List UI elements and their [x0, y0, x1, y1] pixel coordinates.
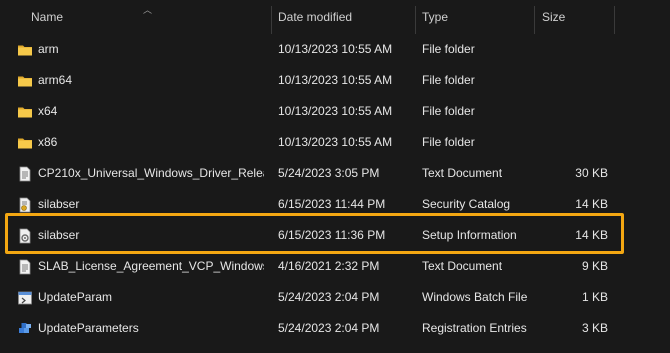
column-header-date-modified[interactable]: Date modified — [278, 0, 408, 34]
file-size — [540, 127, 608, 158]
file-row[interactable]: x64 10/13/2023 10:55 AM File folder — [0, 96, 670, 127]
file-date-modified: 10/13/2023 10:55 AM — [278, 42, 393, 56]
file-type: Text Document — [422, 166, 503, 180]
file-size — [540, 65, 608, 96]
file-size — [540, 96, 608, 127]
column-divider[interactable] — [614, 6, 615, 34]
text-document-icon — [17, 259, 33, 275]
folder-icon — [17, 42, 33, 58]
file-name: SLAB_License_Agreement_VCP_Windows — [38, 259, 264, 273]
file-row[interactable]: arm 10/13/2023 10:55 AM File folder — [0, 34, 670, 65]
security-catalog-icon — [17, 197, 33, 213]
column-header-type[interactable]: Type — [422, 0, 530, 34]
file-date-modified: 4/16/2021 2:32 PM — [278, 259, 380, 273]
folder-icon — [17, 135, 33, 151]
file-type: Registration Entries — [422, 321, 527, 335]
file-name: CP210x_Universal_Windows_Driver_Relea... — [38, 166, 264, 180]
file-date-modified: 10/13/2023 10:55 AM — [278, 135, 393, 149]
file-row[interactable]: SLAB_License_Agreement_VCP_Windows 4/16/2… — [0, 251, 670, 282]
file-size: 30 KB — [575, 166, 608, 180]
column-divider[interactable] — [415, 6, 416, 34]
file-name: x86 — [38, 135, 58, 149]
file-date-modified: 5/24/2023 2:04 PM — [278, 321, 380, 335]
file-size: 9 KB — [581, 259, 608, 273]
column-divider[interactable] — [534, 6, 535, 34]
column-header-name[interactable]: Name — [31, 0, 266, 34]
column-header-bar: ︿ Name Date modified Type Size — [0, 0, 670, 34]
file-size — [540, 34, 608, 65]
column-header-size[interactable]: Size — [542, 0, 612, 34]
folder-icon — [17, 104, 33, 120]
file-type: Text Document — [422, 259, 503, 273]
file-type: Windows Batch File — [422, 290, 528, 304]
batch-file-icon — [17, 290, 33, 306]
file-type: File folder — [422, 42, 475, 56]
file-date-modified: 5/24/2023 3:05 PM — [278, 166, 380, 180]
file-row[interactable]: CP210x_Universal_Windows_Driver_Relea...… — [0, 158, 670, 189]
file-row[interactable]: x86 10/13/2023 10:55 AM File folder — [0, 127, 670, 158]
file-type: File folder — [422, 73, 475, 87]
folder-icon — [17, 73, 33, 89]
registry-file-icon — [17, 321, 33, 337]
file-row[interactable]: UpdateParam 5/24/2023 2:04 PM Windows Batc… — [0, 282, 670, 313]
column-divider[interactable] — [271, 6, 272, 34]
file-name: UpdateParam — [38, 290, 113, 304]
file-name: arm64 — [38, 73, 73, 87]
file-date-modified: 5/24/2023 2:04 PM — [278, 290, 380, 304]
file-type: File folder — [422, 104, 475, 118]
file-row[interactable]: arm64 10/13/2023 10:55 AM File folder — [0, 65, 670, 96]
file-size: 3 KB — [581, 321, 608, 335]
text-document-icon — [17, 166, 33, 182]
file-type: File folder — [422, 135, 475, 149]
file-name: UpdateParameters — [38, 321, 139, 335]
file-size: 1 KB — [581, 290, 608, 304]
file-date-modified: 10/13/2023 10:55 AM — [278, 73, 393, 87]
file-date-modified: 10/13/2023 10:55 AM — [278, 104, 393, 118]
file-row[interactable]: UpdateParameters 5/24/2023 2:04 PM Registr… — [0, 313, 670, 344]
selection-highlight — [5, 213, 624, 254]
file-name: x64 — [38, 104, 58, 118]
file-name: arm — [38, 42, 59, 56]
